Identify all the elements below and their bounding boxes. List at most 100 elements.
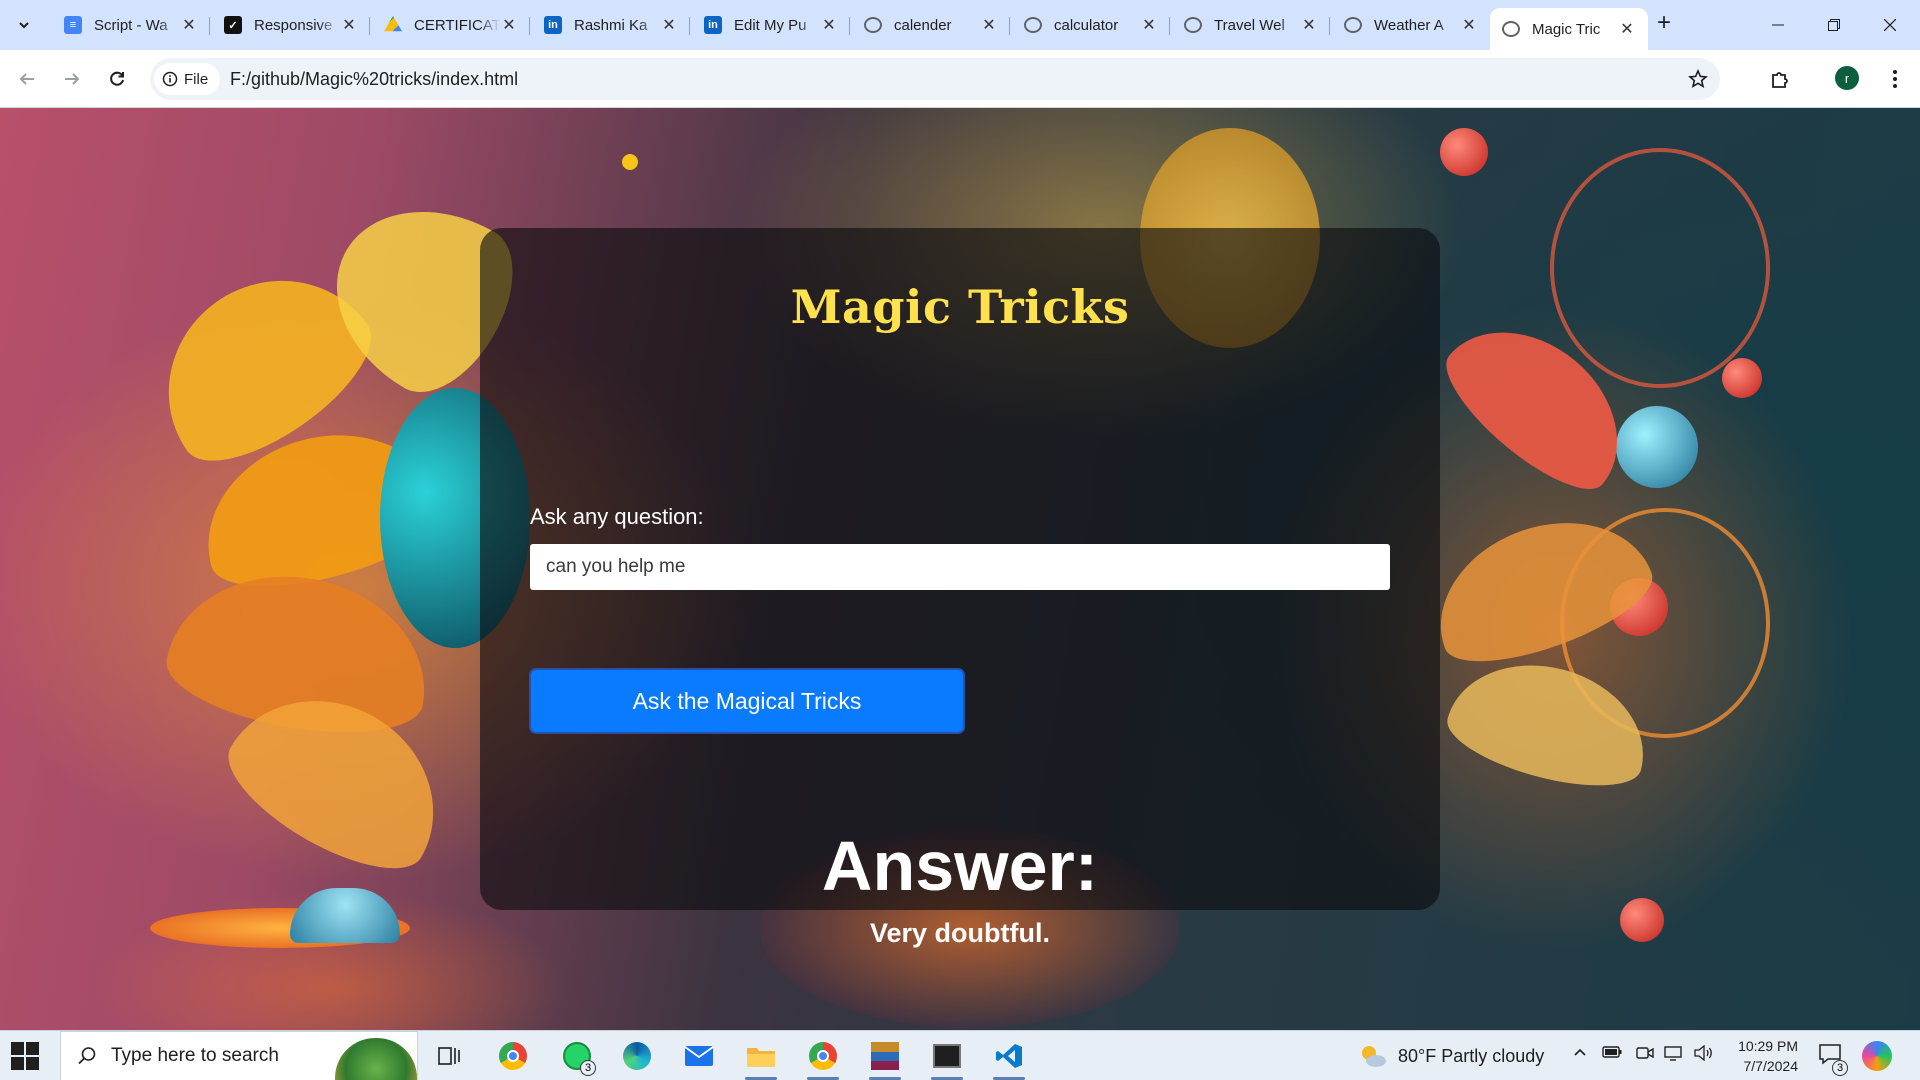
- browser-toolbar: File F:/github/Magic%20tricks/index.html: [0, 50, 1920, 108]
- tab-close-icon[interactable]: ✕: [340, 15, 358, 35]
- tab-title: calender: [894, 16, 952, 34]
- tab-title: Weather A: [1374, 16, 1444, 34]
- clock-time: 10:29 PM: [1738, 1038, 1798, 1054]
- star-icon: [1688, 69, 1708, 88]
- extensions-button[interactable]: [1763, 62, 1797, 96]
- tab-search-button[interactable]: [8, 10, 40, 40]
- globe-icon: [1344, 17, 1362, 33]
- taskbar-winrar-button[interactable]: [862, 1036, 908, 1080]
- question-input[interactable]: [530, 544, 1390, 590]
- tab-separator: [529, 17, 530, 35]
- minimize-button[interactable]: [1750, 0, 1806, 50]
- tab-close-icon[interactable]: ✕: [660, 15, 678, 35]
- forward-button[interactable]: [55, 62, 89, 96]
- start-button[interactable]: [10, 1041, 40, 1071]
- taskbar-chrome-button[interactable]: [490, 1036, 536, 1076]
- info-icon: [162, 71, 178, 87]
- taskbar-mail-button[interactable]: [676, 1036, 722, 1076]
- tab-title: CERTIFICAT: [414, 16, 500, 34]
- address-bar[interactable]: File F:/github/Magic%20tricks/index.html: [150, 58, 1720, 100]
- chrome-profile-icon: [809, 1042, 837, 1070]
- tab-title: Magic Tric: [1532, 20, 1601, 38]
- tab-close-icon[interactable]: ✕: [980, 15, 998, 35]
- taskbar-terminal-button[interactable]: [924, 1036, 970, 1080]
- question-label: Ask any question:: [530, 504, 704, 529]
- browser-tab[interactable]: CERTIFICAT ✕: [372, 8, 530, 42]
- tab-separator: [209, 17, 210, 35]
- browser-tab[interactable]: ≡ Script - Wa ✕: [52, 8, 210, 42]
- tab-separator: [1329, 17, 1330, 35]
- taskbar-file-explorer-button[interactable]: [738, 1036, 784, 1080]
- answer-heading: Answer:: [821, 827, 1099, 905]
- url-text[interactable]: F:/github/Magic%20tricks/index.html: [230, 69, 518, 90]
- task-view-button[interactable]: [426, 1036, 472, 1076]
- clock-date: 7/7/2024: [1743, 1058, 1799, 1074]
- taskbar-chrome-profile-button[interactable]: [800, 1036, 846, 1080]
- browser-tab[interactable]: calculator ✕: [1012, 8, 1170, 42]
- search-icon: [78, 1047, 96, 1065]
- battery-icon[interactable]: [1602, 1045, 1622, 1064]
- chevron-down-icon: [19, 22, 29, 29]
- vscode-icon: [996, 1044, 1022, 1068]
- folder-icon: [747, 1048, 775, 1067]
- tab-close-icon[interactable]: ✕: [1300, 15, 1318, 35]
- tab-close-icon[interactable]: ✕: [1618, 19, 1636, 39]
- browser-tab[interactable]: ✓ Responsive ✕: [212, 8, 370, 42]
- meet-now-icon[interactable]: [1636, 1045, 1654, 1066]
- copilot-button[interactable]: [1862, 1041, 1892, 1071]
- bookmark-star-button[interactable]: [1686, 67, 1710, 91]
- browser-menu-button[interactable]: [1880, 62, 1910, 96]
- taskbar-clock[interactable]: 10:29 PM 7/7/2024: [1730, 1036, 1798, 1076]
- globe-icon: [1184, 17, 1202, 33]
- ask-magical-tricks-button[interactable]: Ask the Magical Tricks: [529, 668, 965, 734]
- taskbar-vscode-button[interactable]: [986, 1036, 1032, 1080]
- restore-button[interactable]: [1806, 0, 1862, 50]
- tab-close-icon[interactable]: ✕: [500, 15, 518, 35]
- tab-close-icon[interactable]: ✕: [820, 15, 838, 35]
- globe-icon: [1502, 21, 1520, 37]
- page-title: Magic Tricks: [790, 280, 1130, 334]
- linkedin-icon: in: [704, 16, 722, 34]
- task-view-icon: [438, 1047, 460, 1065]
- tab-separator: [1169, 17, 1170, 35]
- page-viewport: Magic Tricks Ask any question: Ask the M…: [0, 108, 1920, 1030]
- tab-separator: [849, 17, 850, 35]
- winrar-icon: [871, 1042, 899, 1070]
- show-hidden-icons-button[interactable]: [1573, 1045, 1587, 1064]
- browser-tab[interactable]: in Edit My Pu ✕: [692, 8, 850, 42]
- back-button[interactable]: [10, 62, 44, 96]
- globe-icon: [1024, 17, 1042, 33]
- close-window-button[interactable]: [1862, 0, 1918, 50]
- taskbar-weather-widget[interactable]: 80°F Partly cloudy: [1358, 1043, 1544, 1069]
- search-highlight-image: [335, 1038, 417, 1080]
- google-drive-icon: [384, 16, 402, 32]
- tab-close-icon[interactable]: ✕: [1140, 15, 1158, 35]
- new-tab-button[interactable]: +: [1650, 10, 1678, 38]
- reload-icon: [110, 71, 124, 86]
- profile-avatar[interactable]: r: [1835, 66, 1859, 90]
- browser-tab[interactable]: calender ✕: [852, 8, 1010, 42]
- network-icon[interactable]: [1664, 1045, 1682, 1066]
- browser-tab[interactable]: in Rashmi Ka ✕: [532, 8, 690, 42]
- reload-button[interactable]: [100, 62, 134, 96]
- tab-close-icon[interactable]: ✕: [1460, 15, 1478, 35]
- volume-icon[interactable]: [1694, 1044, 1714, 1066]
- arrow-left-icon: [19, 73, 34, 85]
- globe-icon: [864, 17, 882, 33]
- restore-icon: [1828, 19, 1840, 31]
- browser-tab[interactable]: Magic Tric ✕: [1490, 8, 1648, 50]
- tab-close-icon[interactable]: ✕: [180, 15, 198, 35]
- chevron-up-icon: [1574, 1048, 1586, 1056]
- notification-center-button[interactable]: 3: [1818, 1043, 1848, 1076]
- google-docs-icon: ≡: [64, 16, 82, 34]
- chrome-icon: [499, 1042, 527, 1070]
- arrow-right-icon: [65, 73, 80, 85]
- browser-tab[interactable]: Weather A ✕: [1332, 8, 1490, 42]
- tab-title: Travel Wel: [1214, 16, 1285, 34]
- taskbar-edge-button[interactable]: [614, 1036, 660, 1076]
- site-info-chip[interactable]: File: [154, 63, 221, 95]
- tab-title: Script - Wa: [94, 16, 168, 34]
- taskbar-whatsapp-button[interactable]: 3: [554, 1036, 600, 1076]
- taskbar-search-box[interactable]: Type here to search: [60, 1031, 418, 1080]
- browser-tab[interactable]: Travel Wel ✕: [1172, 8, 1330, 42]
